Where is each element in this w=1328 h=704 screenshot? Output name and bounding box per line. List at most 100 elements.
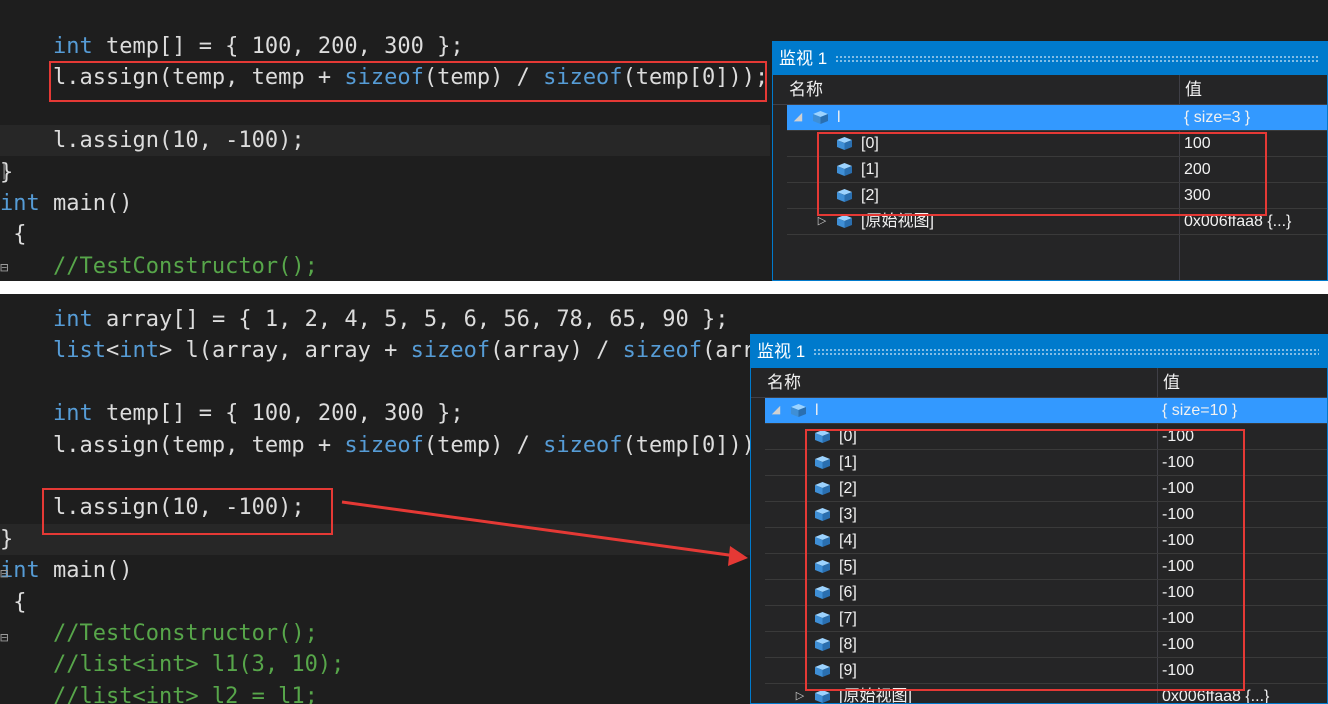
watch-item-value[interactable]: -100 — [1162, 580, 1194, 605]
watch-item-name: [1] — [839, 454, 857, 471]
keyword-token: int — [52, 34, 93, 59]
top-code-line[interactable]: int main() — [0, 188, 770, 219]
watch-row[interactable]: ▷ [原始视图] 0x006ffaa8 {...} — [787, 209, 1327, 235]
watch-item-value[interactable]: -100 — [1162, 424, 1194, 449]
expand-toggle-icon[interactable]: ▷ — [815, 209, 829, 234]
watch-column-header: 名称 值 — [773, 75, 1327, 105]
top-editor-pane: int temp[] = { 100, 200, 300 }; l.assign… — [0, 0, 1328, 281]
code-token: temp[] = { 100, 200, 300 }; — [92, 34, 464, 59]
column-name-header[interactable]: 名称 — [767, 368, 801, 398]
watch-item-name: [9] — [839, 662, 857, 679]
code-token: l.assign(10, -100); — [0, 128, 305, 154]
watch-item-value[interactable]: 200 — [1184, 157, 1211, 182]
variable-cube-icon — [815, 534, 830, 547]
watch-item-value[interactable]: -100 — [1162, 606, 1194, 631]
watch-item-name: [0] — [839, 428, 857, 445]
watch-item-value[interactable]: 300 — [1184, 183, 1211, 208]
top-fold-marker-2: ⊟ — [0, 260, 9, 276]
watch-row[interactable]: [1] 200 — [787, 157, 1327, 183]
arrow-head — [728, 546, 748, 566]
watch-row[interactable]: [6] -100 — [765, 580, 1327, 606]
watch-title-bar[interactable]: 监视 1 — [773, 42, 1327, 75]
watch-item-value[interactable]: -100 — [1162, 632, 1194, 657]
watch-title: 监视 1 — [757, 342, 806, 361]
expand-toggle-icon[interactable]: ◢ — [791, 105, 805, 130]
top-code-line[interactable]: l.assign(temp, temp + sizeof(temp) / siz… — [0, 62, 770, 93]
watch-item-value[interactable]: -100 — [1162, 502, 1194, 527]
watch-row[interactable]: ▷ [原始视图] 0x006ffaa8 {...} — [765, 684, 1327, 704]
watch-row-selected[interactable]: ◢ l { size=10 } — [765, 398, 1327, 424]
watch-item-name: l — [815, 402, 819, 419]
watch-window-top[interactable]: 监视 1 名称 值 ◢ l { size=3 } [0] 100 [1] 200 [2] 300… — [772, 41, 1328, 281]
watch-row[interactable]: [1] -100 — [765, 450, 1327, 476]
top-code-line[interactable]: } — [0, 157, 770, 188]
watch-item-name: [5] — [839, 558, 857, 575]
watch-item-name: [6] — [839, 584, 857, 601]
watch-row[interactable]: [5] -100 — [765, 554, 1327, 580]
expand-toggle-icon[interactable]: ▷ — [793, 684, 807, 703]
variable-cube-icon — [837, 137, 852, 150]
code-token: (temp[0])); — [622, 65, 769, 91]
watch-title-bar[interactable]: 监视 1 — [751, 335, 1327, 368]
watch-row[interactable]: [7] -100 — [765, 606, 1327, 632]
column-value-header[interactable]: 值 — [1185, 75, 1202, 105]
watch-item-value[interactable]: -100 — [1162, 658, 1194, 683]
watch-item-value[interactable]: { size=3 } — [1184, 105, 1250, 130]
column-name-header[interactable]: 名称 — [789, 75, 823, 105]
top-code-line[interactable] — [0, 94, 770, 125]
watch-column-header: 名称 值 — [751, 368, 1327, 398]
watch-item-value[interactable]: -100 — [1162, 450, 1194, 475]
top-code-line[interactable]: int temp[] = { 100, 200, 300 }; — [0, 31, 770, 62]
arrow-shaft — [341, 500, 737, 558]
watch-item-name: [0] — [861, 135, 879, 152]
variable-cube-icon — [815, 612, 830, 625]
variable-cube-icon — [815, 586, 830, 599]
separator-band — [0, 281, 1328, 294]
variable-cube-icon — [815, 430, 830, 443]
watch-row[interactable]: [2] -100 — [765, 476, 1327, 502]
top-code-line[interactable]: l.assign(10, -100); — [0, 125, 770, 157]
variable-cube-icon — [837, 163, 852, 176]
watch-row[interactable]: [0] -100 — [765, 424, 1327, 450]
watch-item-value[interactable]: -100 — [1162, 476, 1194, 501]
top-code-line[interactable]: { — [0, 219, 770, 250]
watch-window-bottom[interactable]: 监视 1 名称 值 ◢ l{ size=10 } [0] -100 [1] -100 [2]… — [750, 334, 1328, 704]
watch-item-name: l — [837, 109, 841, 126]
watch-item-value[interactable]: { size=10 } — [1162, 398, 1237, 423]
watch-row[interactable]: [8] -100 — [765, 632, 1327, 658]
variable-cube-icon — [815, 664, 830, 677]
top-code-line[interactable]: //TestConstructor(); — [0, 251, 770, 281]
watch-item-name: [2] — [839, 480, 857, 497]
watch-item-name: [4] — [839, 532, 857, 549]
watch-item-name: [原始视图] — [839, 688, 912, 704]
watch-row-selected[interactable]: ◢ l { size=3 } — [787, 105, 1327, 131]
variable-cube-icon — [815, 482, 830, 495]
column-value-header[interactable]: 值 — [1163, 368, 1180, 398]
watch-row[interactable]: [4] -100 — [765, 528, 1327, 554]
title-grip — [835, 55, 1319, 62]
watch-row[interactable]: [2] 300 — [787, 183, 1327, 209]
variable-cube-icon — [837, 215, 852, 228]
variable-cube-icon — [813, 111, 828, 124]
keyword-token: int — [0, 191, 40, 216]
watch-item-name: [原始视图] — [861, 213, 934, 230]
code-token: main() — [39, 191, 133, 216]
watch-item-value[interactable]: -100 — [1162, 554, 1194, 579]
bottom-editor-pane: int array[] = { 1, 2, 4, 5, 5, 6, 56, 78… — [0, 294, 1328, 704]
watch-title: 监视 1 — [779, 49, 828, 68]
expand-toggle-icon[interactable]: ◢ — [769, 398, 783, 423]
variable-cube-icon — [837, 189, 852, 202]
code-token: (temp) / — [423, 65, 544, 91]
watch-item-value[interactable]: 100 — [1184, 131, 1211, 156]
watch-item-name: [8] — [839, 636, 857, 653]
watch-item-value[interactable]: 0x006ffaa8 {...} — [1184, 209, 1291, 234]
keyword-token: sizeof — [344, 65, 424, 91]
watch-row[interactable]: [0] 100 — [787, 131, 1327, 157]
watch-row[interactable]: [9] -100 — [765, 658, 1327, 684]
top-fold-marker: │ — [0, 164, 9, 180]
keyword-token: sizeof — [543, 65, 623, 91]
watch-row[interactable]: [3] -100 — [765, 502, 1327, 528]
watch-item-value[interactable]: 0x006ffaa8 {...} — [1162, 684, 1269, 703]
watch-item-value[interactable]: -100 — [1162, 528, 1194, 553]
watch-item-name: [7] — [839, 610, 857, 627]
